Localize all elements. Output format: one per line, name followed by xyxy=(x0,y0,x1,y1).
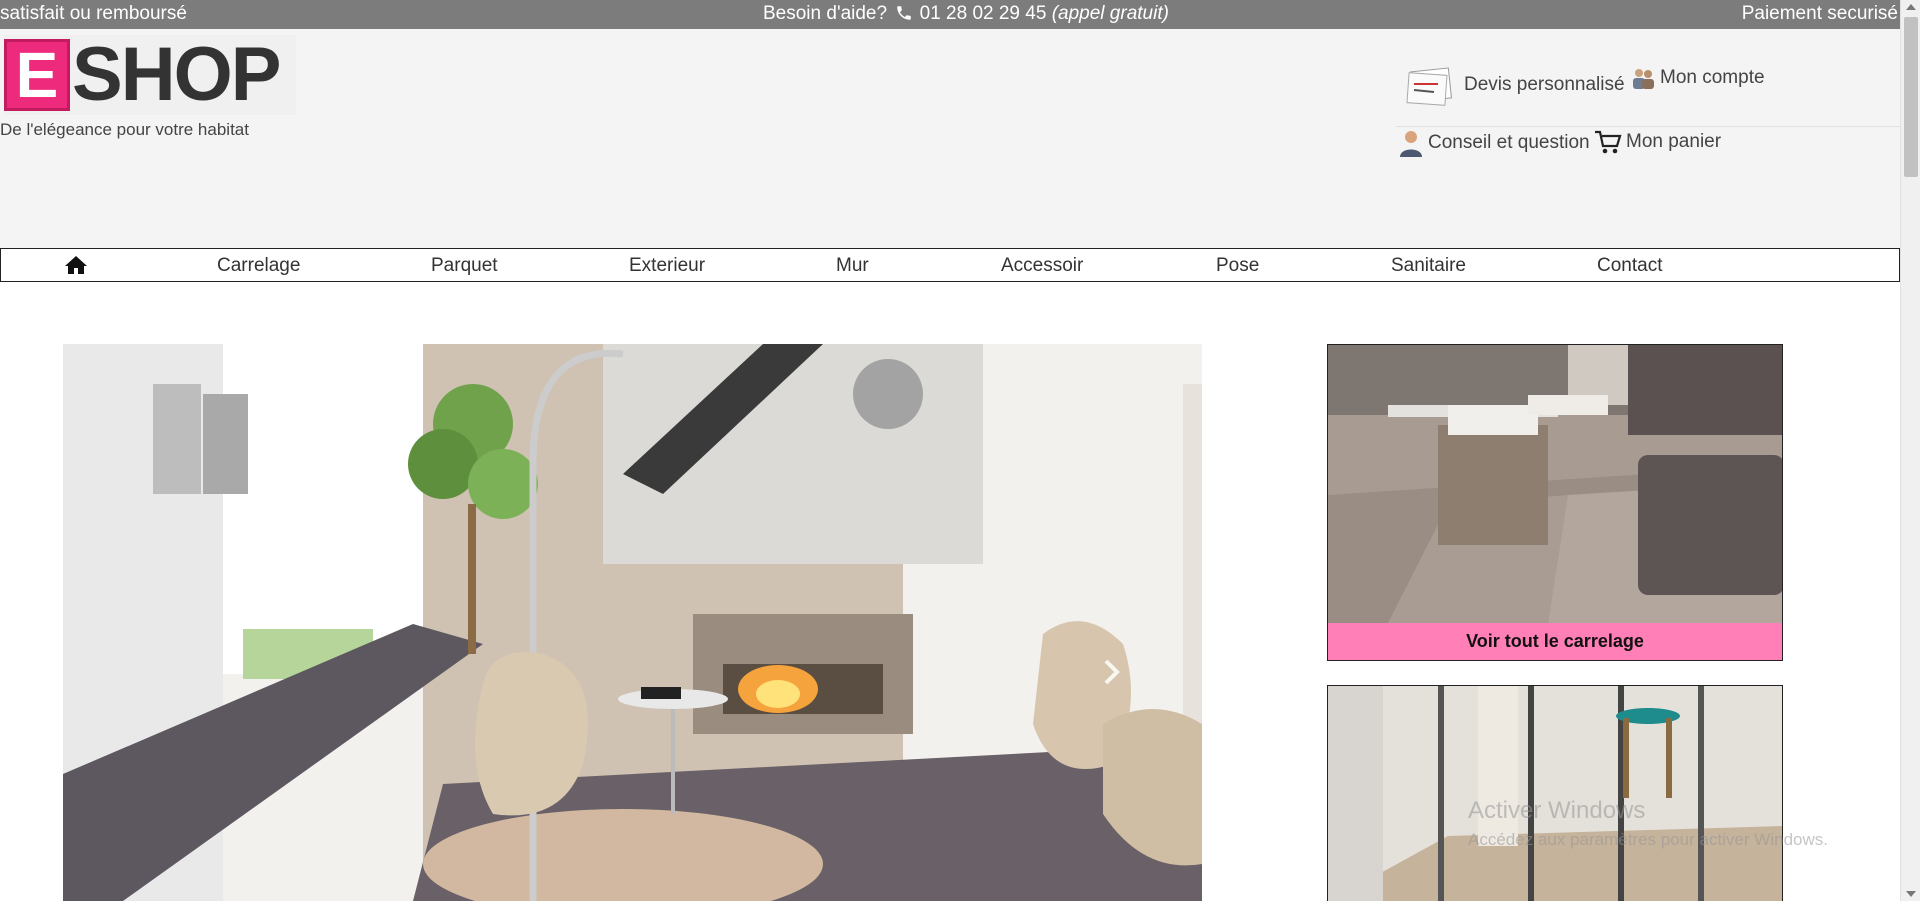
main-nav: Carrelage Parquet Exterieur Mur Accessoi… xyxy=(0,248,1900,282)
advisor-icon xyxy=(1400,131,1422,157)
advice-link[interactable]: Conseil et question xyxy=(1398,129,1590,157)
nav-item-parquet[interactable]: Parquet xyxy=(431,255,498,277)
glass-partition-image xyxy=(1328,686,1782,901)
document-icon xyxy=(1406,67,1453,106)
category-card-2[interactable] xyxy=(1327,685,1783,901)
cart-label: Mon panier xyxy=(1626,131,1722,152)
page-scrollbar[interactable] xyxy=(1900,0,1920,901)
category-card-carrelage[interactable]: Voir tout le carrelage xyxy=(1327,344,1783,661)
scroll-up-arrow-icon[interactable] xyxy=(1906,4,1916,10)
phone-note: (appel gratuit) xyxy=(1051,3,1169,24)
account-link[interactable]: Mon compte xyxy=(1630,65,1765,91)
scroll-down-arrow-icon[interactable] xyxy=(1906,891,1916,897)
nav-item-contact[interactable]: Contact xyxy=(1597,255,1662,277)
living-room-image xyxy=(63,344,1202,901)
cart-link[interactable]: Mon panier xyxy=(1594,129,1721,155)
nav-item-accessoir[interactable]: Accessoir xyxy=(1001,255,1083,277)
nav-item-pose[interactable]: Pose xyxy=(1216,255,1259,277)
secure-payment-text: Paiement securisé xyxy=(1741,3,1898,24)
phone-icon xyxy=(897,6,912,20)
chevron-right-icon[interactable] xyxy=(1102,657,1122,687)
card-label[interactable]: Voir tout le carrelage xyxy=(1328,623,1782,660)
windows-activation-title: Activer Windows xyxy=(1468,797,1646,824)
site-header: E SHOP De l'elégeance pour votre habitat… xyxy=(0,29,1900,248)
nav-item-exterieur[interactable]: Exterieur xyxy=(629,255,705,277)
phone-number[interactable]: 01 28 02 29 45 xyxy=(920,3,1047,24)
users-icon xyxy=(1633,69,1654,89)
cart-icon xyxy=(1595,130,1622,154)
quote-label: Devis personnalisé xyxy=(1464,74,1625,95)
tile-room-image xyxy=(1328,345,1782,623)
eshop-logo[interactable]: E SHOP xyxy=(4,35,296,115)
logo-letter: E xyxy=(4,39,70,111)
windows-activation-subtitle: Accédez aux paramètres pour activer Wind… xyxy=(1468,830,1828,849)
account-label: Mon compte xyxy=(1660,67,1765,88)
header-divider xyxy=(1396,126,1900,127)
nav-item-mur[interactable]: Mur xyxy=(836,255,869,277)
quote-link[interactable]: Devis personnalisé xyxy=(1400,64,1625,106)
tagline: De l'elégeance pour votre habitat xyxy=(0,120,249,139)
top-info-bar: satisfait ou remboursé Besoin d'aide? 01… xyxy=(0,0,1900,29)
home-icon[interactable] xyxy=(64,255,88,275)
advice-label: Conseil et question xyxy=(1428,132,1590,153)
guarantee-text: satisfait ou remboursé xyxy=(0,3,187,24)
help-line: Besoin d'aide? 01 28 02 29 45 (appel gra… xyxy=(763,3,1169,25)
nav-item-sanitaire[interactable]: Sanitaire xyxy=(1391,255,1466,277)
hero-slider[interactable] xyxy=(63,344,1202,901)
scroll-thumb[interactable] xyxy=(1904,17,1918,177)
help-label: Besoin d'aide? xyxy=(763,3,888,24)
nav-item-carrelage[interactable]: Carrelage xyxy=(217,255,300,277)
logo-word: SHOP xyxy=(72,32,281,117)
